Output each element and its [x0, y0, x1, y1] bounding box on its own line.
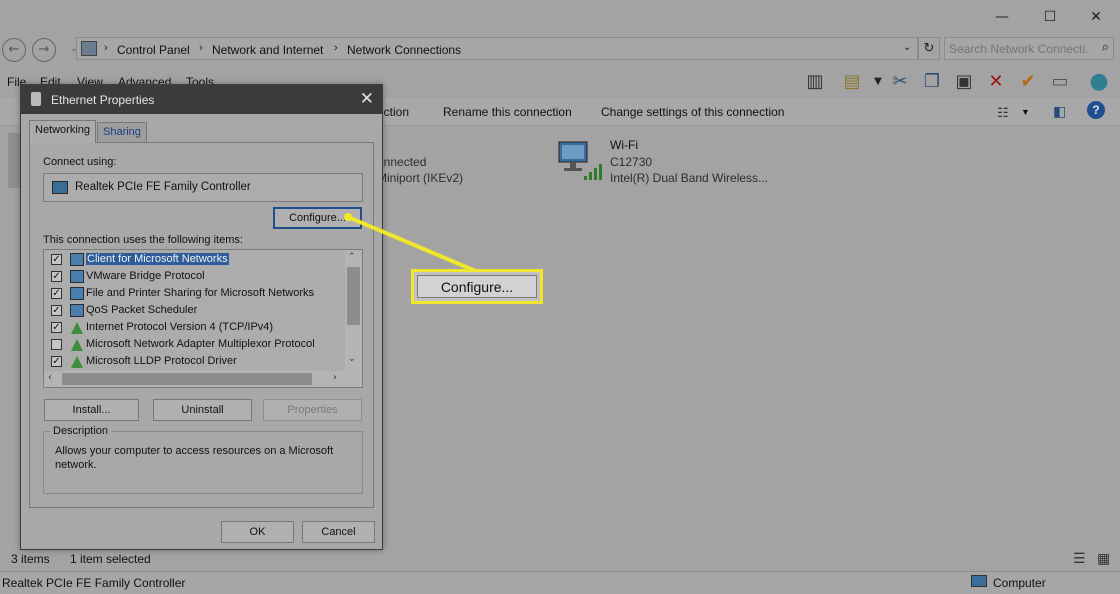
- tab-networking[interactable]: Networking: [29, 120, 97, 143]
- callout-configure-label: Configure...: [417, 275, 537, 298]
- configure-callout: Configure...: [411, 269, 543, 304]
- callout-pointer-line: [344, 213, 479, 274]
